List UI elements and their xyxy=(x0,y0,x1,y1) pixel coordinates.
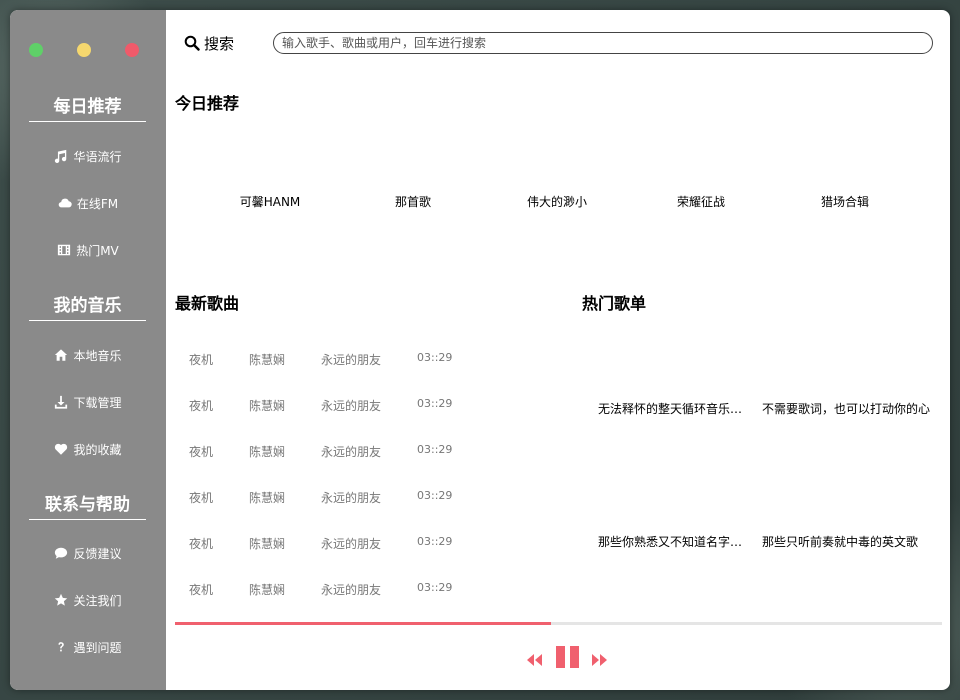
sidebar-item-label: 我的收藏 xyxy=(73,442,122,457)
heart-icon xyxy=(54,442,68,456)
sidebar-item-online-fm[interactable]: 在线FM xyxy=(10,191,166,215)
song-row[interactable]: 夜机 陈慧娴 永远的朋友 03::29 xyxy=(175,489,555,509)
song-row[interactable]: 夜机 陈慧娴 永远的朋友 03::29 xyxy=(175,535,555,555)
search-icon[interactable] xyxy=(184,35,200,51)
sidebar-item-local-music[interactable]: 本地音乐 xyxy=(10,343,166,367)
app-window: 每日推荐 华语流行 在线FM 热门MV 我的音乐 本地音乐 下载管理 我的收藏 … xyxy=(10,10,950,690)
song-duration: 03::29 xyxy=(417,581,453,594)
previous-button[interactable] xyxy=(527,651,542,670)
hot-playlists-title: 热门歌单 xyxy=(582,294,647,313)
sidebar-item-downloads[interactable]: 下载管理 xyxy=(10,390,166,414)
rewind-icon xyxy=(527,654,542,666)
playlist-item[interactable]: 那些只听前奏就中毒的英文歌 xyxy=(762,533,932,550)
song-album: 永远的朋友 xyxy=(321,399,382,413)
song-duration: 03::29 xyxy=(417,443,453,456)
comment-icon xyxy=(54,546,68,560)
song-title: 夜机 xyxy=(189,353,214,367)
song-artist: 陈慧娴 xyxy=(249,491,286,505)
song-album: 永远的朋友 xyxy=(321,583,382,597)
recommend-item[interactable]: 伟大的渺小 xyxy=(527,193,587,210)
sidebar: 每日推荐 华语流行 在线FM 热门MV 我的音乐 本地音乐 下载管理 我的收藏 … xyxy=(10,10,166,690)
song-album: 永远的朋友 xyxy=(321,353,382,367)
song-title: 夜机 xyxy=(189,399,214,413)
song-duration: 03::29 xyxy=(417,489,453,502)
download-icon xyxy=(54,395,68,409)
search-input[interactable] xyxy=(273,32,933,54)
recommend-item[interactable]: 那首歌 xyxy=(395,193,431,210)
cloud-icon xyxy=(58,196,72,210)
sidebar-section-title-my-music: 我的音乐 xyxy=(29,291,146,321)
pause-icon xyxy=(556,646,579,668)
song-duration: 03::29 xyxy=(417,535,453,548)
song-row[interactable]: 夜机 陈慧娴 永远的朋友 03::29 xyxy=(175,397,555,417)
sidebar-item-chinese-pop[interactable]: 华语流行 xyxy=(10,144,166,168)
sidebar-item-label: 本地音乐 xyxy=(73,348,122,363)
sidebar-section-title-help: 联系与帮助 xyxy=(29,490,146,520)
progress-fill xyxy=(175,622,551,625)
recommend-item[interactable]: 可馨HANM xyxy=(240,193,301,210)
sidebar-item-label: 华语流行 xyxy=(73,149,122,164)
main-content: 搜索 今日推荐 可馨HANM 那首歌 伟大的渺小 荣耀征战 猎场合辑 最新歌曲 … xyxy=(166,10,950,690)
song-album: 永远的朋友 xyxy=(321,537,382,551)
sidebar-item-follow-us[interactable]: 关注我们 xyxy=(10,588,166,612)
playlist-item[interactable]: 那些你熟悉又不知道名字… xyxy=(598,533,748,550)
sidebar-item-feedback[interactable]: 反馈建议 xyxy=(10,541,166,565)
recommend-item[interactable]: 荣耀征战 xyxy=(677,193,725,210)
sidebar-item-problems[interactable]: 遇到问题 xyxy=(10,635,166,659)
song-duration: 03::29 xyxy=(417,397,453,410)
song-row[interactable]: 夜机 陈慧娴 永远的朋友 03::29 xyxy=(175,581,555,601)
song-row[interactable]: 夜机 陈慧娴 永远的朋友 03::29 xyxy=(175,351,555,371)
song-row[interactable]: 夜机 陈慧娴 永远的朋友 03::29 xyxy=(175,443,555,463)
today-recommend-title: 今日推荐 xyxy=(175,94,240,113)
window-controls xyxy=(29,43,149,59)
song-artist: 陈慧娴 xyxy=(249,537,286,551)
song-album: 永远的朋友 xyxy=(321,445,382,459)
sidebar-section-title-daily: 每日推荐 xyxy=(29,92,146,122)
song-title: 夜机 xyxy=(189,583,214,597)
sidebar-item-label: 遇到问题 xyxy=(73,640,122,655)
recommend-item[interactable]: 猎场合辑 xyxy=(821,193,869,210)
sidebar-item-label: 关注我们 xyxy=(73,593,122,608)
sidebar-item-label: 在线FM xyxy=(76,196,119,211)
next-button[interactable] xyxy=(592,651,607,670)
film-icon xyxy=(57,243,71,257)
search-label: 搜索 xyxy=(204,35,235,53)
sidebar-item-label: 热门MV xyxy=(76,243,119,258)
close-button[interactable] xyxy=(125,43,139,57)
minimize-button[interactable] xyxy=(77,43,91,57)
home-icon xyxy=(54,348,68,362)
star-icon xyxy=(54,593,68,607)
playlist-item[interactable]: 不需要歌词，也可以打动你的心 xyxy=(762,400,932,417)
song-title: 夜机 xyxy=(189,445,214,459)
song-duration: 03::29 xyxy=(417,351,453,364)
sidebar-item-label: 下载管理 xyxy=(73,395,122,410)
maximize-button[interactable] xyxy=(29,43,43,57)
sidebar-item-favorites[interactable]: 我的收藏 xyxy=(10,437,166,461)
song-album: 永远的朋友 xyxy=(321,491,382,505)
fast-forward-icon xyxy=(592,654,607,666)
music-note-icon xyxy=(54,149,68,163)
progress-bar[interactable] xyxy=(175,622,942,625)
song-artist: 陈慧娴 xyxy=(249,445,286,459)
playlist-item[interactable]: 无法释怀的整天循环音乐… xyxy=(598,400,748,417)
song-artist: 陈慧娴 xyxy=(249,353,286,367)
song-title: 夜机 xyxy=(189,491,214,505)
song-artist: 陈慧娴 xyxy=(249,583,286,597)
sidebar-item-hot-mv[interactable]: 热门MV xyxy=(10,238,166,262)
song-title: 夜机 xyxy=(189,537,214,551)
pause-button[interactable] xyxy=(556,646,580,672)
latest-songs-title: 最新歌曲 xyxy=(175,294,240,313)
sidebar-item-label: 反馈建议 xyxy=(73,546,122,561)
question-icon xyxy=(54,640,68,654)
song-artist: 陈慧娴 xyxy=(249,399,286,413)
